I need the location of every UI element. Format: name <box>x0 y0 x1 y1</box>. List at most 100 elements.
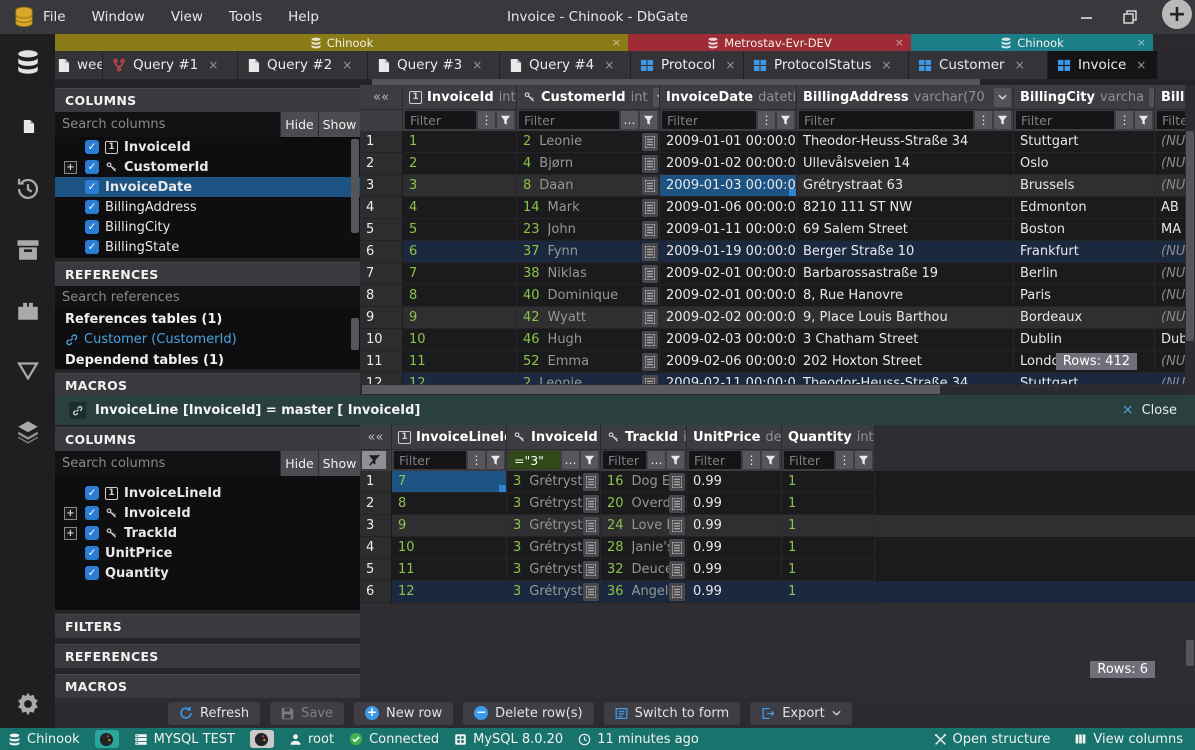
menu-tools[interactable]: Tools <box>229 9 262 25</box>
search-columns-input[interactable]: Search columns <box>55 451 280 476</box>
cell-invoicelineid[interactable]: 11 <box>392 559 507 581</box>
row-number[interactable]: 5 <box>360 559 392 581</box>
cell-billingcity[interactable]: Stuttgart <box>1014 131 1155 153</box>
close-tab-icon[interactable]: × <box>1015 58 1025 72</box>
expand-icon[interactable]: + <box>64 161 77 174</box>
cell-invoicedate[interactable]: 2009-01-01 00:00:00 <box>660 131 797 153</box>
reference-link-customer[interactable]: Customer (CustomerId) <box>55 330 360 349</box>
cell-unitprice[interactable]: 0.99 <box>687 471 782 493</box>
references-scrollbar[interactable] <box>351 318 359 350</box>
new-tab-button[interactable]: + <box>1162 0 1192 29</box>
row-number[interactable]: 6 <box>360 241 403 263</box>
references-section-header[interactable]: REFERENCES <box>55 644 360 668</box>
open-detail-icon[interactable] <box>669 495 685 513</box>
status-chinook[interactable]: Chinook <box>8 732 80 747</box>
status-view-columns[interactable]: View columns <box>1074 732 1183 747</box>
cell-invoiceid[interactable]: 3Grétrystraat 63 <box>507 471 601 493</box>
filter-input[interactable]: Filter <box>519 111 619 129</box>
tab-query-4[interactable]: Query #4× <box>500 51 631 79</box>
cell-billingcity[interactable]: Frankfurt <box>1014 241 1155 263</box>
cell-invoiceid[interactable]: 8 <box>403 285 517 307</box>
close-tab-icon[interactable]: × <box>604 58 614 72</box>
cell-invoicelineid[interactable]: 9 <box>392 515 507 537</box>
sidebar-file-icon[interactable] <box>14 112 42 140</box>
cell-customerid[interactable]: 42Wyatt <box>517 307 660 329</box>
row-number[interactable]: 3 <box>360 175 403 197</box>
column-item-invoicedate[interactable]: ✓InvoiceDate <box>55 177 360 197</box>
filter-funnel-icon[interactable] <box>762 451 779 469</box>
cell-invoiceid[interactable]: 3Grétrystraat 63 <box>507 515 601 537</box>
filter-menu-button[interactable]: ⋮ <box>758 111 775 129</box>
checkbox-checked-icon[interactable]: ✓ <box>85 140 99 154</box>
filter-menu-button[interactable]: ⋮ <box>478 111 495 129</box>
cell-trackid[interactable]: 24Love In An El <box>601 515 687 537</box>
filters-section-header[interactable]: FILTERS <box>55 614 360 638</box>
cell-invoiceid[interactable]: 10 <box>403 329 517 351</box>
cell-customerid[interactable]: 52Emma <box>517 351 660 373</box>
column-menu-chevron-icon[interactable] <box>653 88 660 107</box>
column-item-customerid[interactable]: +✓CustomerId <box>55 157 360 177</box>
row-number[interactable]: 5 <box>360 219 403 241</box>
cell-billingcity[interactable]: Oslo <box>1014 153 1155 175</box>
selection-handle[interactable] <box>789 189 796 196</box>
cell-invoicedate[interactable]: 2009-01-02 00:00:00 <box>660 153 797 175</box>
show-button[interactable]: Show <box>318 112 360 137</box>
tab-group-chinook[interactable]: Chinook× <box>911 34 1153 51</box>
row-number[interactable]: 7 <box>360 263 403 285</box>
cell-invoiceid[interactable]: 2 <box>403 153 517 175</box>
expand-icon[interactable]: + <box>64 527 77 540</box>
cell-invoicedate[interactable]: 2009-02-06 00:00:00 <box>660 351 797 373</box>
menu-view[interactable]: View <box>171 9 203 25</box>
column-item-unitprice[interactable]: ✓UnitPrice <box>55 543 360 563</box>
open-detail-icon[interactable] <box>583 583 599 601</box>
row-number[interactable]: 2 <box>360 153 403 175</box>
cell-customerid[interactable]: 4Bjørn <box>517 153 660 175</box>
column-header-billingaddress[interactable]: BillingAddressvarchar(70 <box>797 85 1014 110</box>
tab-wee[interactable]: wee× <box>55 51 103 79</box>
checkbox-checked-icon[interactable]: ✓ <box>85 546 99 560</box>
open-detail-icon[interactable] <box>642 287 658 305</box>
filter-funnel-icon[interactable] <box>640 111 657 129</box>
filter-menu-button[interactable]: … <box>562 451 579 469</box>
column-item-invoiceid[interactable]: +✓InvoiceId <box>55 503 360 523</box>
filter-input[interactable]: Filter <box>405 111 476 129</box>
column-header-invoicelineid[interactable]: 1InvoiceLineIdint <box>392 425 507 450</box>
cell-billingaddress[interactable]: 69 Salem Street <box>797 219 1014 241</box>
cell-customerid[interactable]: 38Niklas <box>517 263 660 285</box>
close-group-icon[interactable]: × <box>895 36 904 49</box>
cell-billingcity[interactable]: Boston <box>1014 219 1155 241</box>
cell-invoiceid[interactable]: 7 <box>403 263 517 285</box>
cell-invoiceid[interactable]: 6 <box>403 241 517 263</box>
cell-billingaddress[interactable]: Barbarossastraße 19 <box>797 263 1014 285</box>
column-item-billingaddress[interactable]: ✓BillingAddress <box>55 197 360 217</box>
switch-to-form-button[interactable]: Switch to form <box>604 702 741 725</box>
connection-color-badge[interactable] <box>250 730 274 748</box>
new-row-button[interactable]: +New row <box>354 702 453 725</box>
column-header-unitprice[interactable]: UnitPricedecim <box>687 425 782 450</box>
close-tab-icon[interactable]: × <box>881 58 891 72</box>
cell-billingcity[interactable]: Edmonton <box>1014 197 1155 219</box>
column-header-customerid[interactable]: CustomerIdint <box>517 85 660 110</box>
checkbox-checked-icon[interactable]: ✓ <box>85 200 99 214</box>
open-detail-icon[interactable] <box>583 517 599 535</box>
column-header-quantity[interactable]: Quantityint <box>782 425 875 450</box>
column-header-billingcity[interactable]: BillingCityvarcha <box>1014 85 1155 110</box>
checkbox-checked-icon[interactable]: ✓ <box>85 220 99 234</box>
cell-billingcity[interactable]: Brussels <box>1014 175 1155 197</box>
cell-customerid[interactable]: 14Mark <box>517 197 660 219</box>
open-detail-icon[interactable] <box>642 243 658 261</box>
filter-funnel-icon[interactable] <box>994 111 1011 129</box>
close-detail-button[interactable]: × Close <box>1122 402 1177 418</box>
cell-billingcity[interactable]: Dublin <box>1014 329 1155 351</box>
checkbox-checked-icon[interactable]: ✓ <box>85 526 99 540</box>
export-button[interactable]: Export <box>750 702 852 725</box>
tab-group-chinook[interactable]: Chinook× <box>55 34 628 51</box>
close-tab-icon[interactable]: × <box>472 58 482 72</box>
cell-customerid[interactable]: 2Leonie <box>517 131 660 153</box>
column-item-trackid[interactable]: +✓TrackId <box>55 523 360 543</box>
column-item-invoiceid[interactable]: ✓1InvoiceId <box>55 137 360 157</box>
cell-invoiceid[interactable]: 9 <box>403 307 517 329</box>
close-tab-icon[interactable]: × <box>342 58 352 72</box>
selection-handle[interactable] <box>499 485 506 492</box>
filter-input[interactable]: ="3" <box>509 451 560 469</box>
